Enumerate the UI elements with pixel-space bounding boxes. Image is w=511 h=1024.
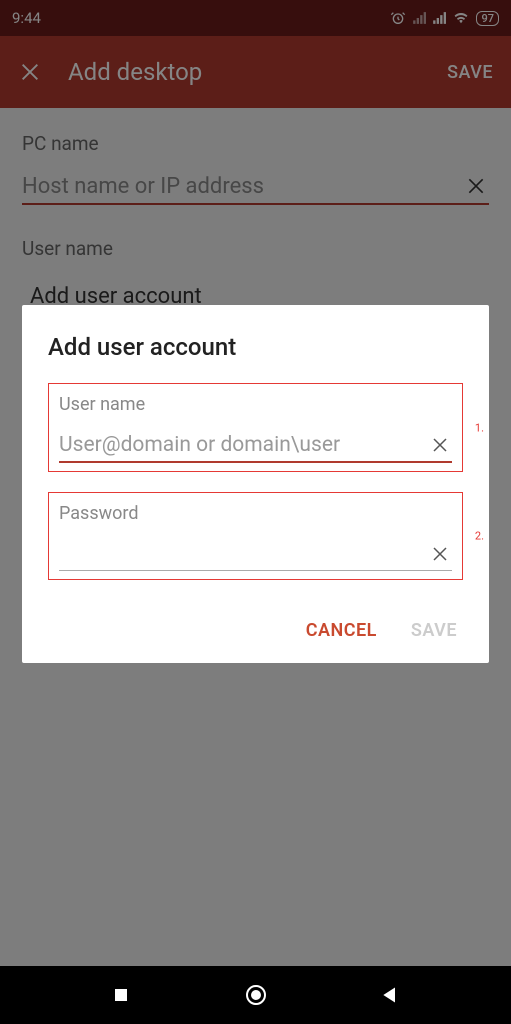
navigation-bar [0,966,511,1024]
dialog-password-label: Password [59,503,452,524]
home-button[interactable] [242,981,270,1009]
recent-apps-button[interactable] [107,981,135,1009]
clear-icon[interactable] [428,433,452,457]
dialog-title: Add user account [48,333,463,361]
annotation-2: 2. [475,530,484,543]
add-user-dialog: Add user account User name 1. Password 2… [22,305,489,663]
dialog-password-input[interactable] [59,542,428,566]
cancel-button[interactable]: CANCEL [306,620,377,641]
dialog-username-input[interactable] [59,433,428,457]
dialog-username-label: User name [59,394,452,415]
clear-icon[interactable] [428,542,452,566]
dialog-save-button[interactable]: SAVE [411,620,457,641]
dialog-password-group: Password 2. [48,492,463,580]
annotation-1: 1. [475,421,484,434]
back-button[interactable] [376,981,404,1009]
dialog-username-group: User name 1. [48,383,463,472]
dialog-actions: CANCEL SAVE [48,600,463,641]
